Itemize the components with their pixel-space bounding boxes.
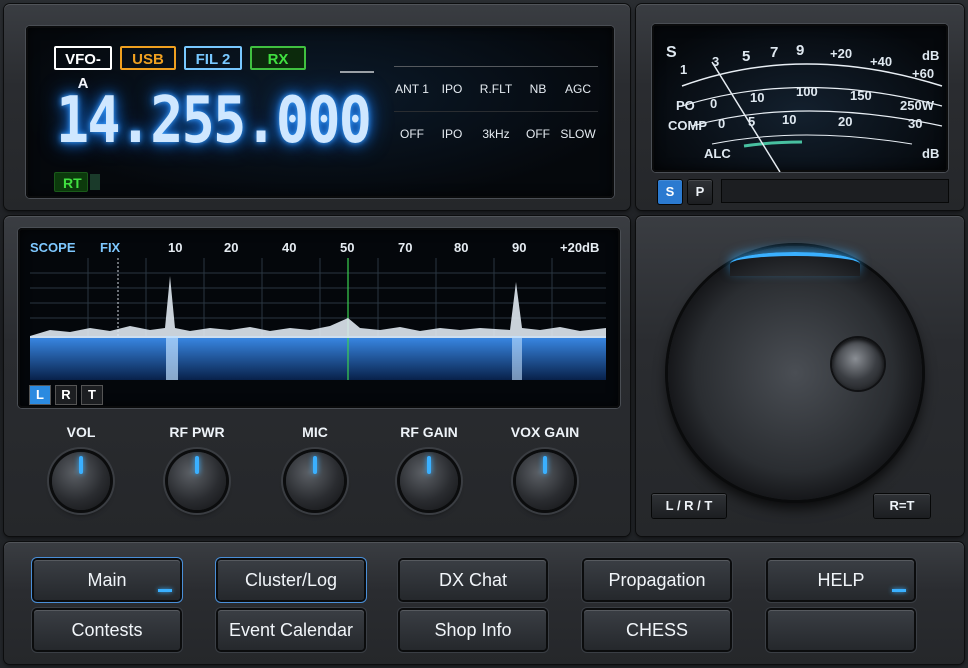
menu-propagation-label: Propagation — [608, 570, 706, 590]
vox-gain-label: VOX GAIN — [510, 424, 580, 440]
rf-pwr-knob[interactable] — [168, 452, 226, 510]
scope-scale-80: 80 — [454, 240, 469, 255]
main-tuning-dial[interactable] — [668, 246, 922, 500]
menu-shop-info-button[interactable]: Shop Info — [400, 610, 546, 650]
meter-comp-20: 20 — [838, 114, 853, 129]
meter-alc-label: ALC — [704, 146, 731, 161]
menu-main-button[interactable]: Main — [34, 560, 180, 600]
meter-po-250: 250W — [900, 98, 934, 113]
meter-s-label: S — [666, 44, 677, 61]
filter-tag[interactable]: FIL 2 — [184, 46, 242, 70]
meter-s-7: 7 — [770, 44, 779, 61]
meter-s-9: 9 — [796, 42, 805, 59]
scope-scale-20: 20 — [224, 240, 239, 255]
scope-r-button[interactable]: R — [56, 386, 76, 404]
scope-spectrum[interactable] — [30, 258, 606, 380]
meter-comp-30: 30 — [908, 116, 923, 131]
scope-t-button[interactable]: T — [82, 386, 102, 404]
setting-agc-value: SLOW — [560, 127, 596, 141]
scope-title: SCOPE — [30, 240, 76, 255]
setting-agc[interactable]: AGC — [548, 82, 608, 96]
scope-l-button[interactable]: L — [30, 386, 50, 404]
meter-s-plus20: +20 — [830, 46, 853, 61]
menu-help-label: HELP — [817, 570, 865, 590]
settings-marker — [340, 71, 374, 73]
scope-scale-10: 10 — [168, 240, 183, 255]
settings-divider-mid — [394, 111, 598, 112]
menu-propagation-button[interactable]: Propagation — [584, 560, 730, 600]
menu-contests-button[interactable]: Contests — [34, 610, 180, 650]
meter-po-100: 100 — [796, 84, 818, 99]
vox-gain-knob[interactable] — [516, 452, 574, 510]
r-equals-t-button[interactable]: R=T — [874, 494, 930, 518]
scope-scale-40: 40 — [282, 240, 297, 255]
meter-status-bar — [722, 180, 948, 202]
meter-po-150: 150 — [850, 88, 872, 103]
menu-event-calendar-label: Event Calendar — [228, 620, 354, 640]
rf-gain-knob[interactable] — [400, 452, 458, 510]
dial-finger-hole[interactable] — [832, 338, 884, 390]
menu-main-led — [158, 589, 172, 592]
meter-s-plus40: +40 — [870, 54, 893, 69]
meter-comp-5: 5 — [748, 114, 756, 129]
meter-s-3: 3 — [712, 54, 720, 69]
menu-dx-chat-label: DX Chat — [438, 570, 508, 590]
menu-dx-chat-button[interactable]: DX Chat — [400, 560, 546, 600]
menu-chess-button[interactable]: CHESS — [584, 610, 730, 650]
rf-pwr-label: RF PWR — [169, 424, 225, 440]
rx-tag[interactable]: RX — [250, 46, 306, 70]
frequency-readout: 14.255.000 — [56, 84, 372, 158]
meter-po-10: 10 — [750, 90, 765, 105]
meter-s-button[interactable]: S — [658, 180, 682, 204]
meter-alc-db-label: dB — [922, 146, 940, 161]
menu-cluster-log-button[interactable]: Cluster/Log — [218, 560, 364, 600]
lrt-button[interactable]: L / R / T — [652, 494, 726, 518]
mode-tag[interactable]: USB — [120, 46, 176, 70]
vol-label: VOL — [66, 424, 96, 440]
menu-chess-label: CHESS — [625, 620, 688, 640]
menu-shop-info-label: Shop Info — [434, 620, 512, 640]
rt-indicator — [90, 174, 100, 190]
vol-knob[interactable] — [52, 452, 110, 510]
scope-scale-50: 50 — [340, 240, 355, 255]
menu-help-button[interactable]: HELP — [768, 560, 914, 600]
meter-s-plus60: +60 — [912, 66, 935, 81]
meter-s-1: 1 — [680, 62, 688, 77]
menu-empty-button[interactable] — [768, 610, 914, 650]
meter-comp-0: 0 — [718, 116, 726, 131]
settings-divider-top — [394, 66, 598, 67]
mic-label: MIC — [302, 424, 328, 440]
meter-po-0: 0 — [710, 96, 718, 111]
meter-p-button[interactable]: P — [688, 180, 712, 204]
rf-gain-label: RF GAIN — [400, 424, 458, 440]
menu-help-led — [892, 589, 906, 592]
menu-main-label: Main — [87, 570, 127, 590]
menu-event-calendar-button[interactable]: Event Calendar — [218, 610, 364, 650]
vfo-a-tag[interactable]: VFO-A — [54, 46, 112, 92]
rt-tag[interactable]: RT — [54, 172, 88, 192]
meter-comp-10: 10 — [782, 112, 797, 127]
menu-contests-label: Contests — [71, 620, 143, 640]
scope-mode: FIX — [100, 240, 121, 255]
scope-scale-db: +20dB — [560, 240, 600, 255]
meter-db-label: dB — [922, 48, 940, 63]
menu-cluster-log-label: Cluster/Log — [244, 570, 338, 590]
meter-comp-label: COMP — [668, 118, 707, 133]
dial-glow — [730, 252, 860, 276]
scope-scale-90: 90 — [512, 240, 527, 255]
meter-po-label: PO — [676, 98, 695, 113]
mic-knob[interactable] — [286, 452, 344, 510]
scope-scale-70: 70 — [398, 240, 413, 255]
meter-s-5: 5 — [742, 48, 751, 65]
